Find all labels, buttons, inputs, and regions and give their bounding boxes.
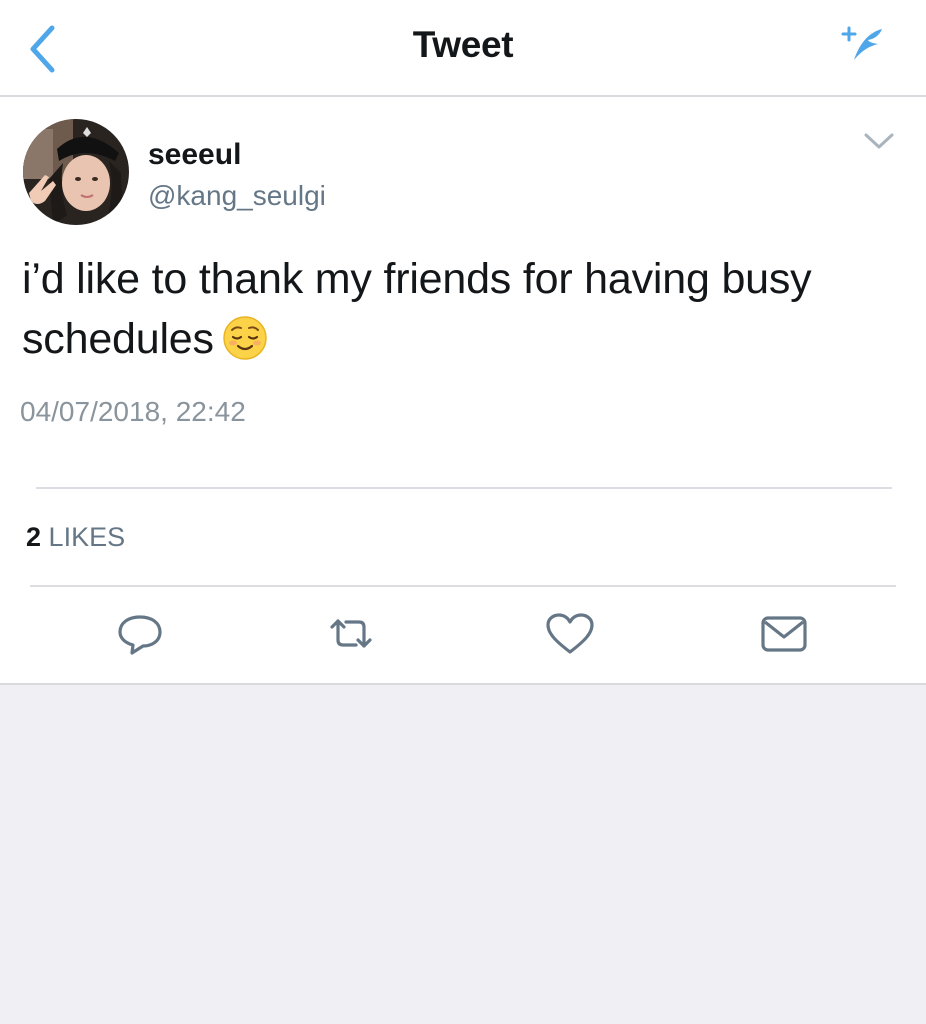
chevron-down-icon	[864, 133, 894, 149]
likes-count: 2	[26, 522, 42, 552]
tweet-timestamp: 04/07/2018, 22:42	[20, 396, 246, 427]
avatar[interactable]	[23, 119, 129, 225]
likes-stat[interactable]: 2 LIKES	[26, 522, 125, 553]
like-button[interactable]	[543, 610, 597, 658]
direct-message-button[interactable]	[757, 610, 811, 658]
reply-icon	[118, 615, 162, 655]
tweet-detail-card: seeeul @kang_seulgi i’d like to thank my…	[0, 97, 926, 685]
tweet-body: i’d like to thank my friends for having …	[22, 255, 812, 363]
retweet-button[interactable]	[324, 610, 378, 658]
divider	[36, 487, 892, 489]
likes-label: LIKES	[48, 522, 126, 552]
compose-tweet-icon	[841, 26, 882, 60]
author-display-name[interactable]: seeeul	[148, 138, 241, 172]
relieved-face-emoji	[222, 315, 268, 361]
retweet-icon	[330, 619, 372, 648]
reply-button[interactable]	[113, 610, 167, 658]
author-handle[interactable]: @kang_seulgi	[148, 180, 326, 212]
divider	[30, 585, 896, 587]
envelope-icon	[761, 616, 807, 652]
compose-tweet-button[interactable]	[840, 24, 890, 68]
top-nav-bar: Tweet	[0, 0, 926, 97]
heart-icon	[546, 613, 594, 654]
tweet-text: i’d like to thank my friends for having …	[22, 249, 902, 369]
page-title: Tweet	[412, 24, 514, 65]
tweet-options-button[interactable]	[862, 129, 896, 153]
